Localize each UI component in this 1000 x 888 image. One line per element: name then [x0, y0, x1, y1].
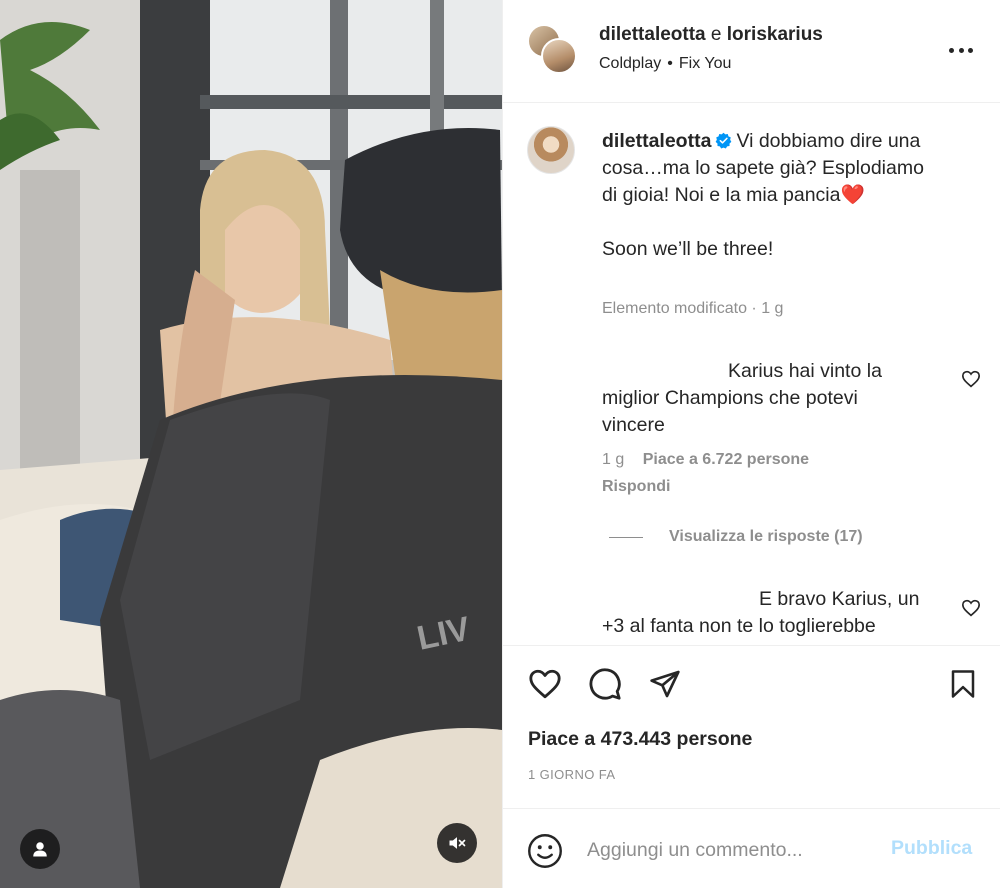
post-actions: Piace a 473.443 persone 1 GIORNO FA	[503, 645, 1000, 807]
comment-like-heart-icon[interactable]	[961, 370, 981, 388]
reply-button-wrap: Rispondi	[602, 478, 670, 496]
view-replies-label: Visualizza le risposte (17)	[669, 528, 863, 545]
more-dot	[958, 47, 964, 53]
comment-text: E bravo Karius, un +3 al fanta non te lo…	[602, 588, 920, 637]
comment-meta: 1 g Piace a 6.722 persone	[602, 451, 809, 469]
mute-toggle-button[interactable]	[437, 823, 477, 863]
speaker-muted-icon	[449, 837, 466, 849]
post-video-frame: LIV	[0, 0, 502, 888]
post-details-panel: dilettaleotta e loriskarius Coldplay • Fix…	[502, 0, 1000, 888]
like-count[interactable]: Piace a 473.443 persone	[528, 728, 752, 751]
share-button[interactable]	[647, 666, 683, 702]
music-separator: •	[667, 55, 673, 72]
caption-text-2: Soon we’ll be three!	[602, 238, 774, 260]
view-replies-button[interactable]: Visualizza le risposte (17)	[609, 528, 863, 546]
like-button[interactable]	[527, 666, 563, 702]
comment-icon	[589, 668, 621, 700]
bookmark-icon	[951, 670, 975, 698]
post-time[interactable]: 1 GIORNO FA	[528, 767, 615, 782]
verified-badge-icon	[716, 132, 732, 149]
caption-time[interactable]: 1 g	[761, 300, 783, 317]
author-link[interactable]: loriskarius	[727, 24, 823, 45]
more-horizontal-icon	[949, 47, 954, 53]
save-button[interactable]	[945, 666, 981, 702]
post-caption: dilettaleotta Vi dobbiamo dire una cosa…m…	[602, 128, 942, 263]
edited-label: Elemento modificato	[602, 300, 747, 317]
post-media[interactable]: LIV	[0, 0, 502, 888]
comment-input[interactable]	[587, 835, 877, 865]
emoji-icon[interactable]	[527, 833, 563, 869]
comments-list[interactable]: dilettaleotta Vi dobbiamo dire una cosa…m…	[503, 104, 1000, 644]
post-header: dilettaleotta e loriskarius Coldplay • Fix…	[503, 0, 1000, 103]
publish-button[interactable]: Pubblica	[891, 837, 972, 860]
meta-separator: ·	[751, 300, 757, 317]
avatar[interactable]	[527, 126, 575, 174]
comment-button[interactable]	[587, 666, 623, 702]
collab-avatars[interactable]	[527, 24, 577, 76]
comment-time[interactable]: 1 g	[602, 451, 624, 468]
comment-like-heart-icon[interactable]	[961, 599, 981, 617]
heart-icon	[529, 669, 561, 699]
caption-username[interactable]: dilettaleotta	[602, 130, 711, 152]
more-dot	[968, 47, 973, 53]
paper-plane-icon	[650, 670, 680, 698]
comment-text: Karius hai vinto la miglior Champions ch…	[602, 360, 882, 436]
more-options-button[interactable]	[949, 40, 973, 60]
music-artist[interactable]: Coldplay	[599, 55, 661, 72]
music-song[interactable]: Fix You	[679, 55, 731, 72]
user-icon	[33, 842, 47, 857]
music-info[interactable]: Coldplay • Fix You	[599, 55, 731, 73]
author-link[interactable]: dilettaleotta	[599, 24, 706, 45]
post-authors: dilettaleotta e loriskarius	[599, 24, 823, 46]
add-comment-bar: Pubblica	[503, 808, 1000, 888]
caption-meta: Elemento modificato · 1 g	[602, 300, 783, 318]
replies-divider	[609, 536, 643, 538]
comment-likes[interactable]: Piace a 6.722 persone	[643, 451, 809, 468]
reply-button[interactable]: Rispondi	[602, 478, 670, 495]
avatar	[541, 38, 577, 74]
user-tag-button[interactable]	[20, 829, 60, 869]
author-joiner: e	[710, 24, 722, 45]
